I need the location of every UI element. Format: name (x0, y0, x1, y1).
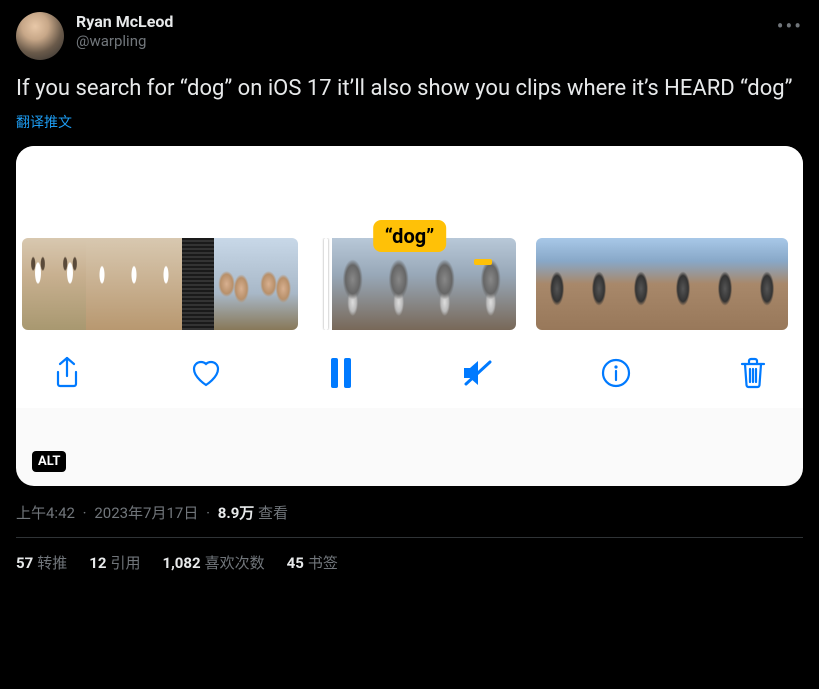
thumbnail-frame (746, 238, 788, 330)
thumbnail-frame (150, 238, 182, 330)
thumbnail-frame (470, 238, 516, 330)
tweet-meta: 上午4:42 · 2023年7月17日 · 8.9万 查看 (16, 502, 803, 523)
views-label: 查看 (258, 504, 288, 522)
author-block: Ryan McLeod @warpling (76, 12, 173, 51)
playhead[interactable] (324, 238, 328, 330)
clip-3[interactable] (536, 238, 788, 330)
trash-icon[interactable] (739, 357, 767, 389)
thumbnail-frame (22, 238, 54, 330)
mute-icon[interactable] (460, 358, 494, 388)
thumbnail-frame (578, 238, 620, 330)
retweets-stat[interactable]: 57转推 (16, 552, 67, 573)
tweet-time[interactable]: 上午4:42 (16, 504, 75, 522)
quotes-stat[interactable]: 12引用 (89, 552, 140, 573)
divider (16, 537, 803, 538)
alt-badge[interactable]: ALT (32, 451, 66, 472)
thumbnail-frame (332, 238, 378, 330)
playhead-marker (474, 259, 492, 265)
bookmarks-stat[interactable]: 45书签 (287, 552, 338, 573)
author-handle[interactable]: @warpling (76, 32, 173, 51)
thumbnail-frame (620, 238, 662, 330)
pause-icon[interactable] (329, 358, 353, 388)
likes-stat[interactable]: 1,082喜欢次数 (162, 552, 264, 573)
more-options-button[interactable]: ••• (777, 14, 803, 38)
tweet-header: Ryan McLeod @warpling ••• (16, 12, 803, 60)
thumbnail-frame (182, 238, 214, 330)
media-attachment[interactable]: “dog” (16, 146, 803, 486)
tweet-date[interactable]: 2023年7月17日 (94, 504, 198, 522)
search-term-chip: “dog” (373, 220, 447, 252)
author-display-name[interactable]: Ryan McLeod (76, 12, 173, 32)
avatar[interactable] (16, 12, 64, 60)
translate-link[interactable]: 翻译推文 (16, 112, 72, 132)
share-icon[interactable] (52, 356, 82, 390)
thumbnail-frame (118, 238, 150, 330)
clip-1[interactable] (22, 238, 298, 330)
views-count: 8.9万 (218, 504, 255, 522)
media-toolbar (16, 330, 803, 408)
heart-icon[interactable] (189, 358, 223, 388)
thumbnail-frame (536, 238, 578, 330)
thumbnail-frame (704, 238, 746, 330)
thumbnail-frame (86, 238, 118, 330)
thumbnail-frame (54, 238, 86, 330)
thumbnail-frame (214, 238, 256, 330)
tweet-text: If you search for “dog” on iOS 17 it’ll … (16, 74, 803, 104)
thumbnail-frame (662, 238, 704, 330)
engagement-stats: 57转推 12引用 1,082喜欢次数 45书签 (16, 552, 803, 573)
info-icon[interactable] (600, 357, 632, 389)
thumbnail-frame (256, 238, 298, 330)
